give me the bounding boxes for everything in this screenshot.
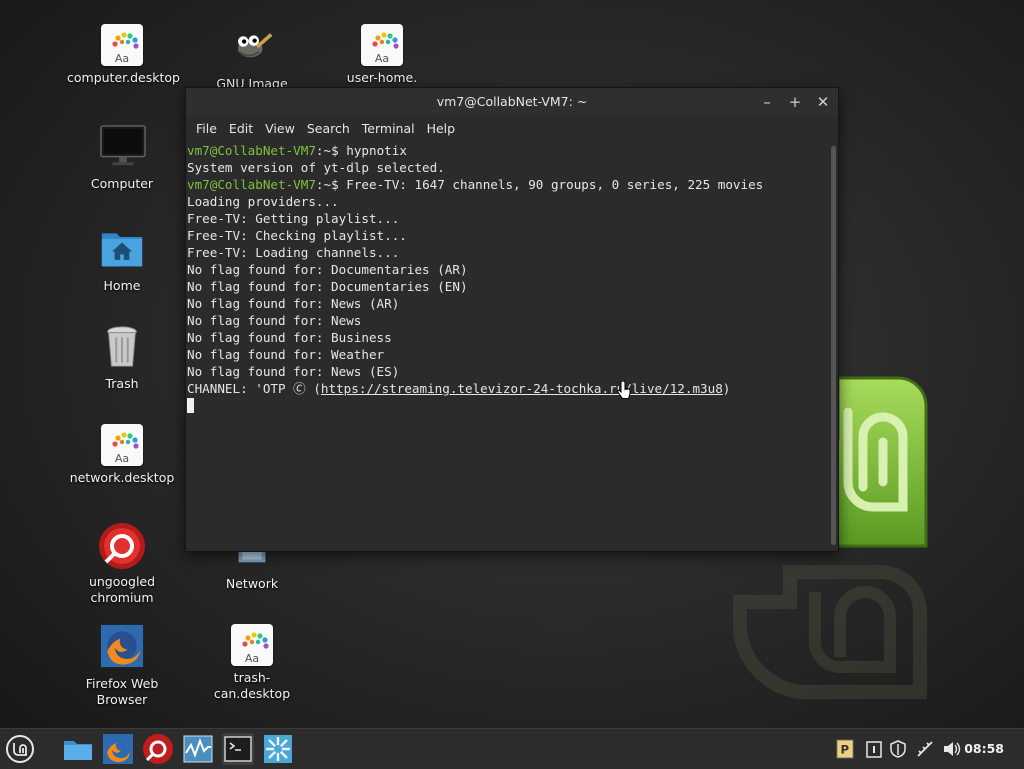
svg-text:P: P — [841, 743, 850, 757]
volume-icon[interactable] — [942, 735, 962, 763]
terminal-icon[interactable] — [222, 733, 254, 765]
gimp-icon — [228, 24, 276, 72]
chromium-icon[interactable] — [142, 733, 174, 765]
firefox-icon — [98, 624, 146, 672]
desktop-icon-firefox[interactable]: Firefox Web Browser — [67, 624, 177, 708]
hypnotix-icon[interactable] — [262, 733, 294, 765]
line-text: hypnotix — [346, 143, 407, 158]
line-text: Free-TV: Loading channels... — [187, 245, 400, 260]
hand-cursor-icon — [616, 381, 631, 399]
line-text: No flag found for: Documentaries (EN) — [187, 279, 468, 294]
close-button[interactable]: ✕ — [816, 88, 830, 116]
line-text: No flag found for: News (AR) — [187, 296, 400, 311]
terminal-line: No flag found for: Documentaries (AR) — [187, 261, 828, 278]
desktop-icon-computer-desktop[interactable]: Aa computer.desktop — [67, 24, 180, 86]
terminal-line: vm7@CollabNet-VM7:~$ hypnotix — [187, 142, 828, 159]
paint-palette-icon: Aa — [231, 624, 273, 666]
terminal-line: Loading providers... — [187, 193, 828, 210]
terminal-line: Free-TV: Checking playlist... — [187, 227, 828, 244]
terminal-line: No flag found for: News — [187, 312, 828, 329]
menu-edit[interactable]: Edit — [223, 121, 259, 136]
desktop-icon-trash[interactable]: Trash — [67, 324, 177, 392]
terminal-line-channel: CHANNEL: 'OTP 🄫 (https://streaming.telev… — [187, 380, 828, 397]
menu-icon[interactable] — [4, 733, 36, 765]
paint-palette-icon: Aa — [101, 24, 143, 66]
line-text: No flag found for: News (ES) — [187, 364, 400, 379]
maximize-button[interactable]: + — [788, 88, 802, 116]
terminal-window[interactable]: vm7@CollabNet-VM7: ~ – + ✕ File Edit Vie… — [185, 87, 839, 552]
line-text: System version of yt-dlp selected. — [187, 160, 445, 175]
scrollbar[interactable] — [831, 146, 836, 545]
shield-icon[interactable] — [890, 735, 906, 763]
prompt-user: vm7@CollabNet-VM7 — [187, 143, 316, 158]
terminal-output[interactable]: vm7@CollabNet-VM7:~$ hypnotix System vers… — [186, 140, 828, 551]
desktop-icon-computer[interactable]: Computer — [67, 124, 177, 192]
channel-url-link[interactable]: https://streaming.televizor-24-tochka.ru… — [321, 381, 723, 396]
channel-close-paren: ) — [722, 381, 731, 396]
paint-palette-icon: Aa — [101, 424, 143, 466]
trash-icon — [98, 324, 146, 372]
line-text: Free-TV: 1647 channels, 90 groups, 0 ser… — [346, 177, 764, 192]
channel-mark: 🄫 — [293, 381, 306, 396]
terminal-cursor-line — [187, 397, 828, 414]
line-text: No flag found for: Business — [187, 330, 392, 345]
prompt-suffix: :~$ — [315, 177, 347, 192]
files-icon[interactable] — [62, 733, 94, 765]
system-monitor-icon[interactable] — [182, 733, 214, 765]
desktop-icon-user-home[interactable]: Aa user-home. — [327, 24, 437, 86]
prompt-suffix: :~$ — [315, 143, 347, 158]
package-updates-icon[interactable]: P — [836, 735, 854, 763]
menu-help[interactable]: Help — [421, 121, 462, 136]
paint-palette-icon: Aa — [361, 24, 403, 66]
desktop-icon-gimp[interactable]: GNU Image — [197, 24, 307, 92]
desktop-icon-network-desktop[interactable]: Aa network.desktop — [67, 424, 177, 486]
text-cursor — [187, 398, 194, 413]
menu-terminal[interactable]: Terminal — [356, 121, 421, 136]
line-text: Free-TV: Checking playlist... — [187, 228, 407, 243]
terminal-line: Free-TV: Getting playlist... — [187, 210, 828, 227]
clipboard-icon[interactable] — [866, 735, 882, 763]
menu-view[interactable]: View — [259, 121, 301, 136]
desktop-icon-home[interactable]: Home — [67, 226, 177, 294]
line-text: No flag found for: Weather — [187, 347, 385, 362]
channel-open-paren: ( — [305, 381, 321, 396]
firefox-icon[interactable] — [102, 733, 134, 765]
terminal-line: No flag found for: News (ES) — [187, 363, 828, 380]
line-text: No flag found for: News — [187, 313, 362, 328]
terminal-line: No flag found for: Documentaries (EN) — [187, 278, 828, 295]
terminal-titlebar[interactable]: vm7@CollabNet-VM7: ~ – + ✕ — [186, 88, 838, 116]
prompt-user: vm7@CollabNet-VM7 — [187, 177, 316, 192]
window-title: vm7@CollabNet-VM7: ~ — [436, 94, 588, 109]
network-icon[interactable] — [916, 735, 934, 763]
line-text: Free-TV: Getting playlist... — [187, 211, 400, 226]
terminal-line: System version of yt-dlp selected. — [187, 159, 828, 176]
terminal-line: vm7@CollabNet-VM7:~$ Free-TV: 1647 chann… — [187, 176, 828, 193]
chromium-icon — [98, 522, 146, 570]
terminal-menubar: File Edit View Search Terminal Help — [186, 116, 838, 140]
channel-prefix: CHANNEL: 'OTP — [187, 381, 294, 396]
desktop-icon-ungoogled-chromium[interactable]: ungoogled chromium — [67, 522, 177, 606]
monitor-icon — [98, 124, 146, 172]
terminal-line: Free-TV: Loading channels... — [187, 244, 828, 261]
minimize-button[interactable]: – — [760, 88, 774, 116]
line-text: Loading providers... — [187, 194, 339, 209]
menu-file[interactable]: File — [190, 121, 223, 136]
menu-search[interactable]: Search — [301, 121, 356, 136]
desktop-icon-trash-can-desktop[interactable]: Aa trash-can.desktop — [197, 624, 307, 702]
line-text: No flag found for: Documentaries (AR) — [187, 262, 468, 277]
clock[interactable]: 08:58 — [964, 729, 1004, 769]
home-folder-icon — [98, 226, 146, 274]
terminal-line: No flag found for: Business — [187, 329, 828, 346]
terminal-line: No flag found for: Weather — [187, 346, 828, 363]
taskbar: P 08:58 — [0, 728, 1024, 769]
terminal-line: No flag found for: News (AR) — [187, 295, 828, 312]
